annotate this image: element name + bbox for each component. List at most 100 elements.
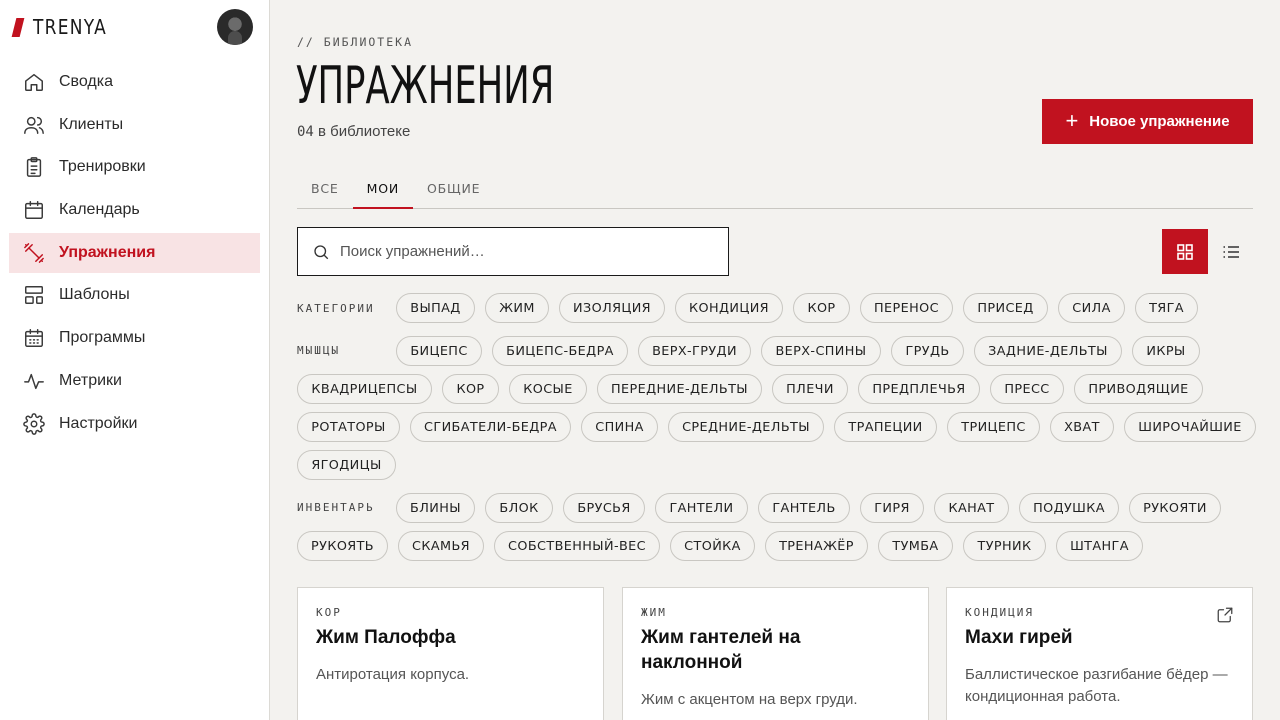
- equipment-chip[interactable]: СОБСТВЕННЫЙ-ВЕС: [494, 531, 660, 561]
- sidebar-item-templates[interactable]: Шаблоны: [9, 275, 260, 315]
- grid-icon: [1177, 243, 1193, 260]
- avatar[interactable]: [217, 9, 253, 45]
- brand-name: TRENYA: [33, 15, 108, 39]
- card-description: Баллистическое разгибание бёдер — кондиц…: [965, 666, 1228, 705]
- new-exercise-label: Новое упражнение: [1089, 113, 1230, 130]
- category-chip[interactable]: ПЕРЕНОС: [860, 293, 953, 323]
- card-description: Антиротация корпуса.: [316, 666, 470, 683]
- sidebar-item-settings[interactable]: Настройки: [9, 404, 260, 444]
- sidebar-item-label: Календарь: [59, 201, 140, 219]
- muscle-chip[interactable]: ШИРОЧАЙШИЕ: [1124, 412, 1256, 442]
- muscle-chip[interactable]: ВЕРХ-ГРУДИ: [638, 336, 751, 366]
- category-chip[interactable]: ТЯГА: [1135, 293, 1198, 323]
- card-category: ЖИМ: [641, 606, 667, 619]
- search-box[interactable]: [297, 227, 729, 276]
- sidebar-item-exercises[interactable]: Упражнения: [9, 232, 260, 273]
- category-filter-label: КАТЕГОРИИ: [297, 302, 375, 315]
- muscle-chip[interactable]: СРЕДНИЕ-ДЕЛЬТЫ: [668, 412, 824, 442]
- equipment-chip[interactable]: БРУСЬЯ: [563, 493, 645, 523]
- equipment-chip[interactable]: ГИРЯ: [860, 493, 924, 523]
- sidebar-item-clients[interactable]: Клиенты: [9, 105, 260, 145]
- sidebar-item-summary[interactable]: Сводка: [9, 62, 260, 102]
- muscle-chip[interactable]: БИЦЕПС-БЕДРА: [492, 336, 628, 366]
- category-chip[interactable]: ПРИСЕД: [963, 293, 1048, 323]
- tab-mine[interactable]: МОИ: [352, 171, 413, 209]
- muscle-chip[interactable]: КВАДРИЦЕПСЫ: [297, 374, 432, 404]
- muscle-chip[interactable]: КОСЫЕ: [509, 374, 587, 404]
- external-link-icon[interactable]: [1216, 606, 1234, 624]
- equipment-chip[interactable]: БЛОК: [485, 493, 553, 523]
- calendar-icon: [23, 199, 45, 221]
- muscle-chip[interactable]: ЯГОДИЦЫ: [297, 450, 396, 480]
- grid-view-button[interactable]: [1162, 229, 1208, 274]
- card-title: Жим гантелей на наклонной: [641, 627, 801, 673]
- equipment-chip[interactable]: СКАМЬЯ: [398, 531, 484, 561]
- equipment-chip[interactable]: ТУРНИК: [963, 531, 1046, 561]
- sidebar-item-label: Тренировки: [59, 158, 146, 176]
- muscle-chip[interactable]: СПИНА: [581, 412, 658, 442]
- sidebar-item-programs[interactable]: Программы: [9, 318, 260, 358]
- category-chip[interactable]: ВЫПАД: [396, 293, 475, 323]
- muscle-chip[interactable]: ПЕРЕДНИЕ-ДЕЛЬТЫ: [597, 374, 762, 404]
- library-count-label: в библиотеке: [313, 123, 411, 140]
- muscle-chip[interactable]: ТРИЦЕПС: [947, 412, 1040, 442]
- library-count: 04 в библиотеке: [297, 123, 410, 140]
- search-input[interactable]: [340, 243, 710, 260]
- muscle-chip[interactable]: ГРУДЬ: [891, 336, 964, 366]
- exercise-card[interactable]: КОР Жим Палоффа Антиротация корпуса.: [297, 587, 604, 720]
- muscle-chip[interactable]: ВЕРХ-СПИНЫ: [761, 336, 881, 366]
- sidebar-item-label: Программы: [59, 329, 146, 347]
- equipment-chip[interactable]: ГАНТЕЛИ: [655, 493, 748, 523]
- equipment-chip[interactable]: БЛИНЫ: [396, 493, 475, 523]
- sidebar-item-label: Настройки: [59, 414, 138, 432]
- dumbbell-icon: [23, 242, 45, 264]
- home-icon: [23, 71, 45, 93]
- equipment-chip[interactable]: СТОЙКА: [670, 531, 755, 561]
- activity-icon: [23, 370, 45, 392]
- equipment-chip[interactable]: ПОДУШКА: [1019, 493, 1119, 523]
- equipment-chip[interactable]: КАНАТ: [934, 493, 1009, 523]
- muscle-chip[interactable]: ПРИВОДЯЩИЕ: [1074, 374, 1203, 404]
- category-chip[interactable]: СИЛА: [1058, 293, 1125, 323]
- card-category: КОР: [316, 606, 342, 619]
- muscle-chip[interactable]: КОР: [442, 374, 499, 404]
- equipment-chip[interactable]: ТРЕНАЖЁР: [765, 531, 868, 561]
- library-count-number: 04: [297, 124, 314, 140]
- muscle-chip[interactable]: ЗАДНИЕ-ДЕЛЬТЫ: [974, 336, 1122, 366]
- muscle-chip[interactable]: ТРАПЕЦИИ: [834, 412, 937, 442]
- equipment-chip[interactable]: ГАНТЕЛЬ: [758, 493, 850, 523]
- card-category: КОНДИЦИЯ: [965, 606, 1034, 619]
- muscle-chip[interactable]: ПРЕСС: [990, 374, 1064, 404]
- card-description: Жим с акцентом на верх груди.: [641, 691, 858, 708]
- exercise-card[interactable]: КОНДИЦИЯ Махи гирей Баллистическое разги…: [946, 587, 1253, 720]
- muscle-chip[interactable]: ИКРЫ: [1132, 336, 1200, 366]
- equipment-chip[interactable]: ТУМБА: [878, 531, 953, 561]
- muscle-chip[interactable]: СГИБАТЕЛИ-БЕДРА: [410, 412, 571, 442]
- sidebar: TRENYA Сводка Клиенты Тренировки Календа…: [0, 0, 270, 720]
- exercise-card[interactable]: ЖИМ Жим гантелей на наклонной Жим с акце…: [622, 587, 929, 720]
- category-chip[interactable]: ИЗОЛЯЦИЯ: [559, 293, 665, 323]
- tab-shared[interactable]: ОБЩИЕ: [413, 171, 494, 209]
- calendar-grid-icon: [23, 327, 45, 349]
- equipment-chip[interactable]: РУКОЯТЬ: [297, 531, 388, 561]
- new-exercise-button[interactable]: + Новое упражнение: [1042, 99, 1253, 144]
- category-chip[interactable]: КОНДИЦИЯ: [675, 293, 783, 323]
- sidebar-item-metrics[interactable]: Метрики: [9, 361, 260, 401]
- muscle-chip[interactable]: РОТАТОРЫ: [297, 412, 400, 442]
- muscle-chip[interactable]: БИЦЕПС: [396, 336, 482, 366]
- muscle-chip[interactable]: ХВАТ: [1050, 412, 1114, 442]
- tab-all[interactable]: ВСЕ: [297, 171, 353, 209]
- sidebar-item-calendar[interactable]: Календарь: [9, 190, 260, 230]
- users-icon: [23, 114, 45, 136]
- sidebar-item-workouts[interactable]: Тренировки: [9, 147, 260, 187]
- sidebar-nav: Сводка Клиенты Тренировки Календарь Упра…: [9, 62, 260, 446]
- category-chip[interactable]: КОР: [793, 293, 850, 323]
- brand-logo[interactable]: TRENYA: [11, 14, 120, 40]
- muscle-chip[interactable]: ПРЕДПЛЕЧЬЯ: [858, 374, 980, 404]
- muscle-chip[interactable]: ПЛЕЧИ: [772, 374, 848, 404]
- category-chip[interactable]: ЖИМ: [485, 293, 549, 323]
- list-view-button[interactable]: [1208, 229, 1254, 274]
- equipment-chip[interactable]: ШТАНГА: [1056, 531, 1143, 561]
- main-content: // БИБЛИОТЕКА УПРАЖНЕНИЯ 04 в библиотеке…: [270, 0, 1280, 720]
- equipment-chip[interactable]: РУКОЯТИ: [1129, 493, 1221, 523]
